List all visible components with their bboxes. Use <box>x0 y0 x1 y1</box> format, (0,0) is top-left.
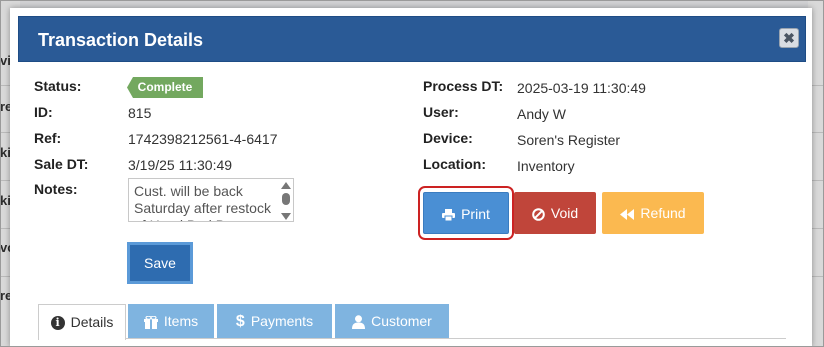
process-dt-label: Process DT: <box>423 78 504 94</box>
close-icon: ✖ <box>783 30 795 46</box>
info-icon: i <box>50 316 65 331</box>
print-label: Print <box>461 206 490 222</box>
dollar-icon: $ <box>235 313 245 331</box>
printer-icon <box>442 209 456 222</box>
ref-label: Ref: <box>34 130 62 146</box>
tab-customer[interactable]: Customer <box>335 304 449 338</box>
scroll-down-icon[interactable] <box>281 213 291 220</box>
sale-dt-label: Sale DT: <box>34 156 89 172</box>
scroll-up-icon[interactable] <box>281 182 291 189</box>
save-button[interactable]: Save <box>127 242 193 284</box>
close-button[interactable]: ✖ <box>779 28 799 48</box>
user-label: User: <box>423 104 459 120</box>
notes-textarea[interactable]: Cust. will be back Saturday after restoc… <box>128 178 294 222</box>
tabs-baseline <box>38 338 786 339</box>
gift-icon <box>143 315 158 329</box>
transaction-details-modal: Transaction Details ✖ Status: Complete I… <box>10 8 812 347</box>
scroll-thumb[interactable] <box>282 193 290 205</box>
tab-payments[interactable]: $ Payments <box>217 304 332 338</box>
fast-backward-icon <box>620 208 635 220</box>
ban-icon <box>532 207 545 221</box>
status-badge: Complete <box>127 77 203 98</box>
process-dt-value: 2025-03-19 11:30:49 <box>517 80 646 96</box>
device-label: Device: <box>423 130 473 146</box>
device-value: Soren's Register <box>517 132 621 148</box>
tab-items[interactable]: Items <box>128 304 214 338</box>
modal-header: Transaction Details ✖ <box>18 16 806 62</box>
user-value: Andy W <box>517 106 567 122</box>
id-label: ID: <box>34 104 53 120</box>
location-label: Location: <box>423 156 486 172</box>
status-label: Status: <box>34 78 82 94</box>
void-button[interactable]: Void <box>514 192 596 234</box>
notes-scrollbar[interactable] <box>281 182 291 220</box>
tab-label: Customer <box>371 313 432 329</box>
notes-text: Cust. will be back Saturday after restoc… <box>134 183 271 221</box>
tab-label: Payments <box>250 313 314 329</box>
refund-button[interactable]: Refund <box>602 192 704 234</box>
tab-details[interactable]: i Details <box>38 304 126 340</box>
tab-label: Items <box>163 313 199 329</box>
ref-value: 1742398212561-4-6417 <box>128 131 278 147</box>
notes-label: Notes: <box>34 181 78 197</box>
location-value: Inventory <box>517 158 575 174</box>
sale-dt-value: 3/19/25 11:30:49 <box>128 157 233 173</box>
modal-title: Transaction Details <box>38 30 204 50</box>
void-label: Void <box>550 205 579 221</box>
refund-label: Refund <box>640 205 686 221</box>
user-icon <box>352 315 366 330</box>
id-value: 815 <box>128 105 152 121</box>
tab-label: Details <box>70 314 114 330</box>
print-button[interactable]: Print <box>423 192 509 234</box>
